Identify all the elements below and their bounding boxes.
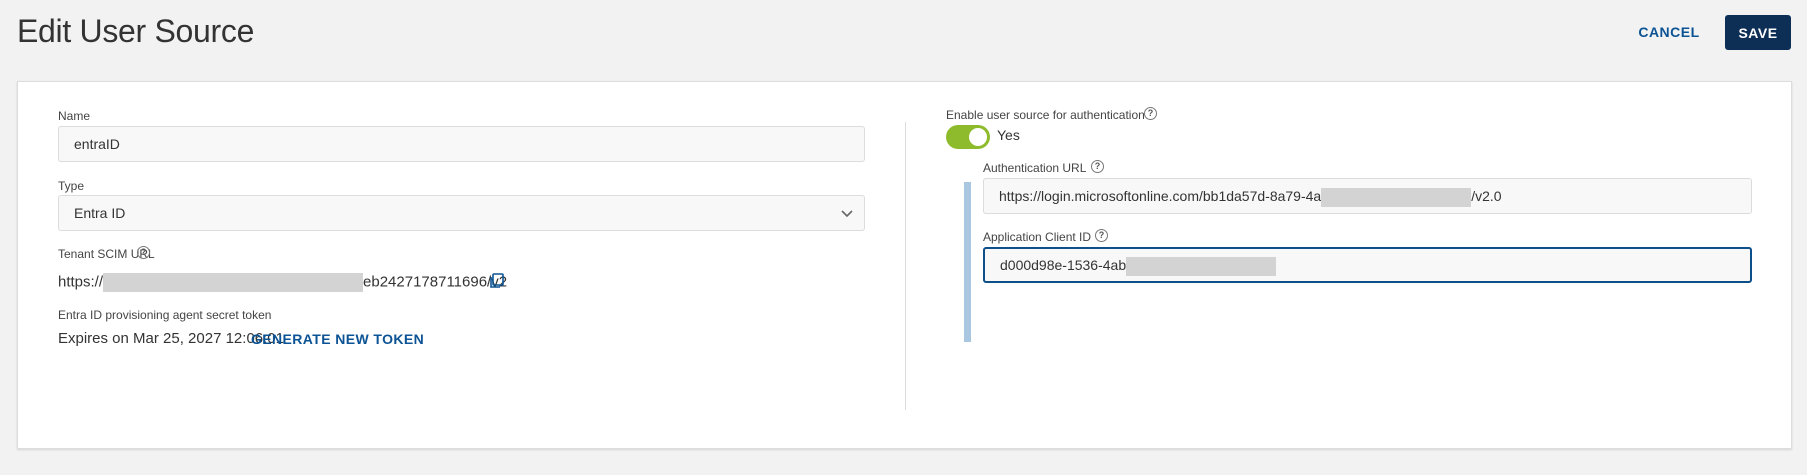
page-header: Edit User Source CANCEL SAVE (0, 0, 1807, 70)
enable-auth-toggle[interactable] (946, 125, 990, 149)
cancel-button[interactable]: CANCEL (1622, 15, 1716, 49)
question-circle-icon[interactable]: ? (1144, 107, 1157, 120)
enable-auth-state: Yes (997, 127, 1020, 143)
page-title: Edit User Source (17, 13, 255, 49)
redacted-block (103, 273, 364, 292)
type-select[interactable]: Entra ID (58, 195, 865, 231)
redacted-block (1126, 256, 1277, 276)
user-source-form-card: Name entraID Type Entra ID Tenant SCIM U… (17, 81, 1792, 449)
question-circle-icon[interactable]: ? (1091, 160, 1104, 173)
type-label: Type (58, 179, 85, 193)
redacted-block (1321, 187, 1472, 207)
client-id-prefix: d000d98e-1536-4ab (1000, 257, 1127, 273)
generate-new-token-link[interactable]: GENERATE NEW TOKEN (251, 331, 424, 347)
auth-url-input[interactable]: https://login.microsoftonline.com/bb1da5… (983, 178, 1752, 214)
client-id-label: Application Client ID (983, 230, 1092, 244)
name-input-value: entraID (74, 136, 120, 152)
token-label: Entra ID provisioning agent secret token (58, 308, 272, 322)
scim-url-prefix: https:// (58, 273, 104, 291)
client-id-input[interactable]: d000d98e-1536-4ab (983, 247, 1752, 283)
toggle-knob (969, 128, 987, 146)
question-circle-icon[interactable]: ? (137, 246, 150, 259)
tenant-scim-url-value: https:// eb2427178711696/v2 (58, 273, 507, 292)
type-select-value: Entra ID (74, 205, 126, 221)
auth-url-prefix: https://login.microsoftonline.com/bb1da5… (999, 188, 1322, 204)
scim-url-suffix: eb2427178711696/v2 (363, 273, 508, 291)
chevron-down-icon (841, 210, 853, 218)
copy-icon[interactable] (488, 272, 506, 290)
name-label: Name (58, 109, 91, 123)
enable-auth-label: Enable user source for authentication (946, 108, 1145, 122)
save-button[interactable]: SAVE (1725, 15, 1791, 50)
auth-url-label: Authentication URL (983, 161, 1087, 175)
column-divider (905, 122, 906, 410)
name-input[interactable]: entraID (58, 126, 865, 162)
auth-url-suffix: /v2.0 (1471, 188, 1502, 204)
subgroup-indicator (964, 182, 971, 342)
question-circle-icon[interactable]: ? (1095, 229, 1108, 242)
